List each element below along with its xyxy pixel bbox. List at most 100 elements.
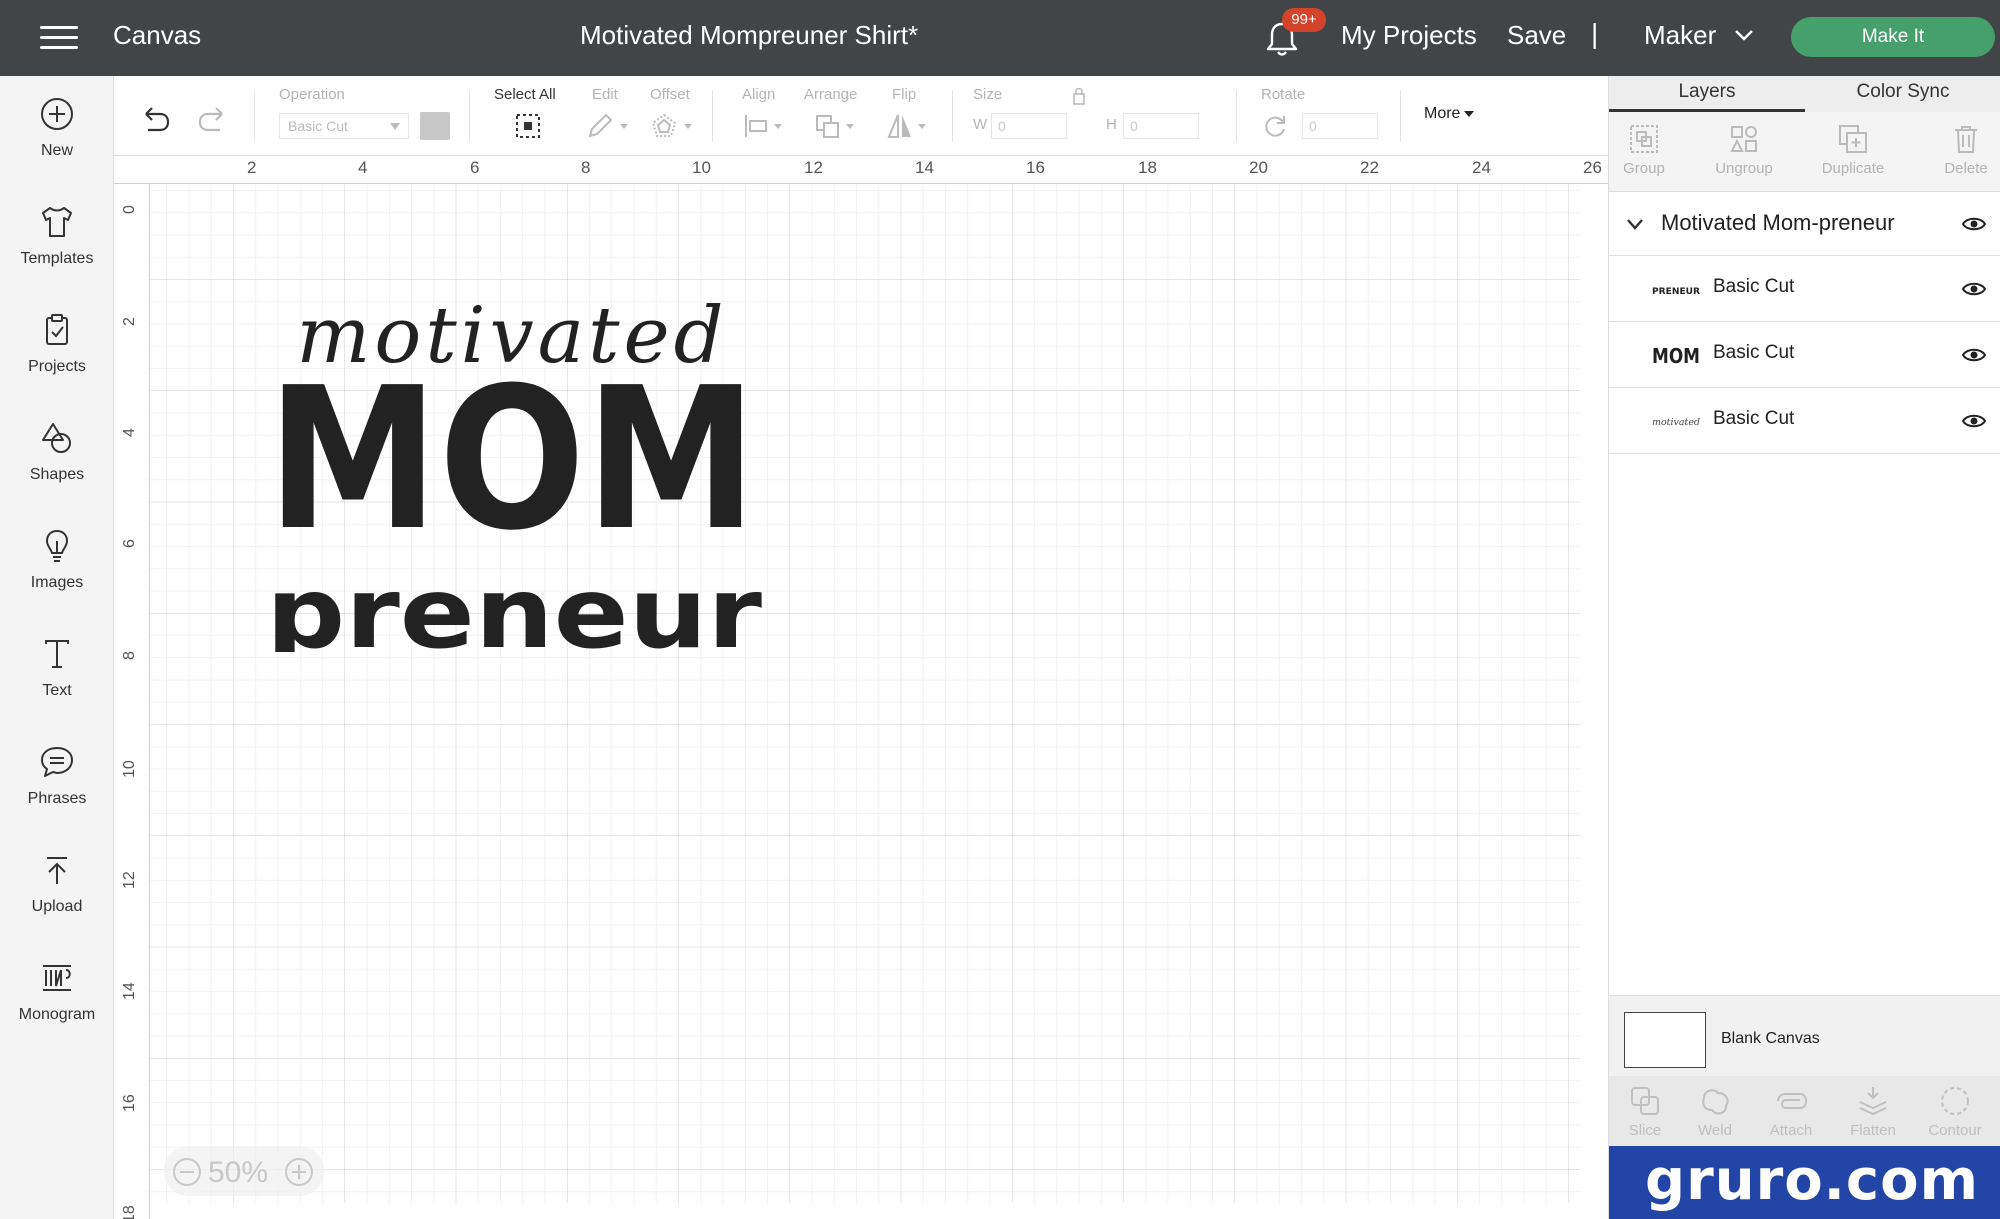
sidebar-item-images[interactable]: Images bbox=[0, 526, 114, 626]
sidebar-item-label: Shapes bbox=[29, 466, 85, 483]
flatten-button[interactable]: Flatten bbox=[1837, 1084, 1909, 1139]
operation-select[interactable]: Basic Cut bbox=[279, 113, 409, 139]
save-button[interactable]: Save bbox=[1507, 20, 1566, 51]
edit-label: Edit bbox=[592, 86, 618, 103]
layer-row[interactable]: PRENEUR Basic Cut bbox=[1609, 256, 2000, 322]
select-all-icon[interactable] bbox=[514, 112, 542, 140]
group-button[interactable]: Group bbox=[1599, 122, 1689, 177]
sidebar-item-label: Monogram bbox=[18, 1006, 96, 1023]
rotate-input[interactable]: 0 bbox=[1302, 113, 1378, 139]
left-sidebar: New Templates Projects Shapes Images Tex… bbox=[0, 76, 114, 1219]
sidebar-item-shapes[interactable]: Shapes bbox=[0, 418, 114, 518]
clipboard-icon bbox=[46, 314, 68, 345]
redo-icon[interactable] bbox=[196, 104, 230, 134]
chevron-down-icon[interactable] bbox=[1625, 216, 1645, 232]
sidebar-item-label: Phrases bbox=[27, 790, 87, 807]
layer-thumbnail: MOM bbox=[1652, 344, 1700, 368]
sidebar-item-phrases[interactable]: Phrases bbox=[0, 742, 114, 842]
ruler-vertical: 0 2 4 6 8 10 12 14 16 18 bbox=[114, 184, 150, 1219]
plus-circle-icon bbox=[41, 98, 73, 130]
pencil-icon[interactable] bbox=[586, 112, 632, 140]
sidebar-item-label: Text bbox=[42, 682, 72, 699]
layer-row[interactable]: MOM Basic Cut bbox=[1609, 322, 2000, 388]
watermark-banner: gruro.com bbox=[1609, 1146, 2000, 1219]
shapes-icon bbox=[42, 423, 71, 453]
make-it-button[interactable]: Make It bbox=[1791, 17, 1995, 57]
shirt-icon bbox=[42, 207, 72, 237]
chevron-down-icon[interactable] bbox=[1734, 28, 1754, 42]
attach-button[interactable]: Attach bbox=[1755, 1084, 1827, 1139]
more-menu[interactable]: More bbox=[1424, 105, 1475, 123]
sidebar-item-monogram[interactable]: Monogram bbox=[0, 958, 114, 1058]
speech-bubble-icon bbox=[41, 747, 73, 777]
sidebar-item-new[interactable]: New bbox=[0, 94, 114, 194]
eye-icon[interactable] bbox=[1961, 345, 1987, 365]
machine-selector[interactable]: Maker bbox=[1644, 20, 1716, 51]
offset-icon[interactable] bbox=[650, 112, 696, 140]
weld-icon bbox=[1702, 1089, 1729, 1115]
slice-button[interactable]: Slice bbox=[1609, 1084, 1681, 1139]
header-separator: | bbox=[1591, 18, 1599, 49]
layer-thumbnail: PRENEUR bbox=[1652, 287, 1700, 297]
layer-thumbnail: motivated bbox=[1652, 418, 1700, 428]
undo-icon[interactable] bbox=[138, 104, 172, 134]
svg-text:PRENEUR: PRENEUR bbox=[1652, 287, 1700, 297]
height-label: H bbox=[1106, 116, 1117, 133]
sidebar-item-text[interactable]: Text bbox=[0, 634, 114, 734]
sidebar-item-projects[interactable]: Projects bbox=[0, 310, 114, 410]
ungroup-icon bbox=[1730, 126, 1757, 152]
eye-icon[interactable] bbox=[1961, 214, 1987, 234]
svg-text:MOM: MOM bbox=[1652, 344, 1700, 368]
layer-name: Basic Cut bbox=[1713, 276, 1795, 297]
align-icon[interactable] bbox=[742, 112, 788, 140]
delete-button[interactable]: Delete bbox=[1921, 122, 2000, 177]
design-artwork[interactable]: motivated MOM preneur bbox=[252, 282, 772, 652]
text-icon bbox=[45, 640, 69, 668]
zoom-control: 50% bbox=[164, 1146, 324, 1196]
eye-icon[interactable] bbox=[1961, 279, 1987, 299]
weld-button[interactable]: Weld bbox=[1679, 1084, 1751, 1139]
layer-row[interactable]: motivated Basic Cut bbox=[1609, 388, 2000, 454]
color-swatch[interactable] bbox=[420, 112, 450, 140]
sidebar-item-label: Projects bbox=[28, 358, 86, 375]
sidebar-item-label: Images bbox=[30, 574, 84, 591]
svg-text:motivated: motivated bbox=[1652, 418, 1700, 428]
sidebar-item-templates[interactable]: Templates bbox=[0, 202, 114, 302]
width-input[interactable]: 0 bbox=[991, 113, 1067, 139]
arrange-label: Arrange bbox=[804, 86, 858, 103]
contour-button[interactable]: Contour bbox=[1919, 1084, 1991, 1139]
height-input[interactable]: 0 bbox=[1123, 113, 1199, 139]
layer-group[interactable]: Motivated Mom-preneur bbox=[1609, 192, 2000, 256]
lock-icon[interactable] bbox=[1072, 86, 1086, 106]
sidebar-item-upload[interactable]: Upload bbox=[0, 850, 114, 950]
offset-label: Offset bbox=[650, 86, 690, 103]
rotate-icon[interactable] bbox=[1261, 112, 1289, 140]
zoom-level: 50% bbox=[208, 1156, 269, 1189]
blank-canvas-label: Blank Canvas bbox=[1721, 1030, 1820, 1047]
slice-icon bbox=[1631, 1087, 1659, 1115]
flip-icon[interactable] bbox=[886, 112, 932, 140]
design-text-mom[interactable]: MOM bbox=[267, 346, 757, 574]
eye-icon[interactable] bbox=[1961, 411, 1987, 431]
arrange-icon[interactable] bbox=[814, 112, 860, 140]
notification-badge: 99+ bbox=[1282, 8, 1326, 32]
flatten-icon bbox=[1859, 1087, 1887, 1116]
design-text-preneur[interactable]: preneur bbox=[266, 557, 763, 652]
rotate-label: Rotate bbox=[1261, 86, 1306, 103]
tab-layers[interactable]: Layers bbox=[1609, 76, 1805, 112]
tab-color-sync[interactable]: Color Sync bbox=[1805, 76, 2000, 112]
duplicate-button[interactable]: Duplicate bbox=[1808, 122, 1898, 177]
ungroup-button[interactable]: Ungroup bbox=[1699, 122, 1789, 177]
zoom-out-icon[interactable] bbox=[172, 1157, 202, 1187]
my-projects-link[interactable]: My Projects bbox=[1341, 20, 1477, 51]
zoom-in-icon[interactable] bbox=[284, 1157, 314, 1187]
contour-icon bbox=[1941, 1087, 1969, 1115]
lightbulb-icon bbox=[45, 529, 69, 562]
design-canvas[interactable]: 2 4 6 8 10 12 14 16 18 20 22 24 26 0 2 4… bbox=[114, 156, 1608, 1219]
project-title[interactable]: Motivated Mompreuner Shirt* bbox=[580, 20, 918, 51]
app-title: Canvas bbox=[113, 20, 202, 50]
width-label: W bbox=[973, 116, 988, 133]
hamburger-menu-icon[interactable] bbox=[40, 24, 78, 52]
blank-canvas-swatch[interactable] bbox=[1624, 1012, 1706, 1068]
edit-toolbar: Operation Basic Cut Select All Edit Offs… bbox=[114, 76, 1608, 156]
